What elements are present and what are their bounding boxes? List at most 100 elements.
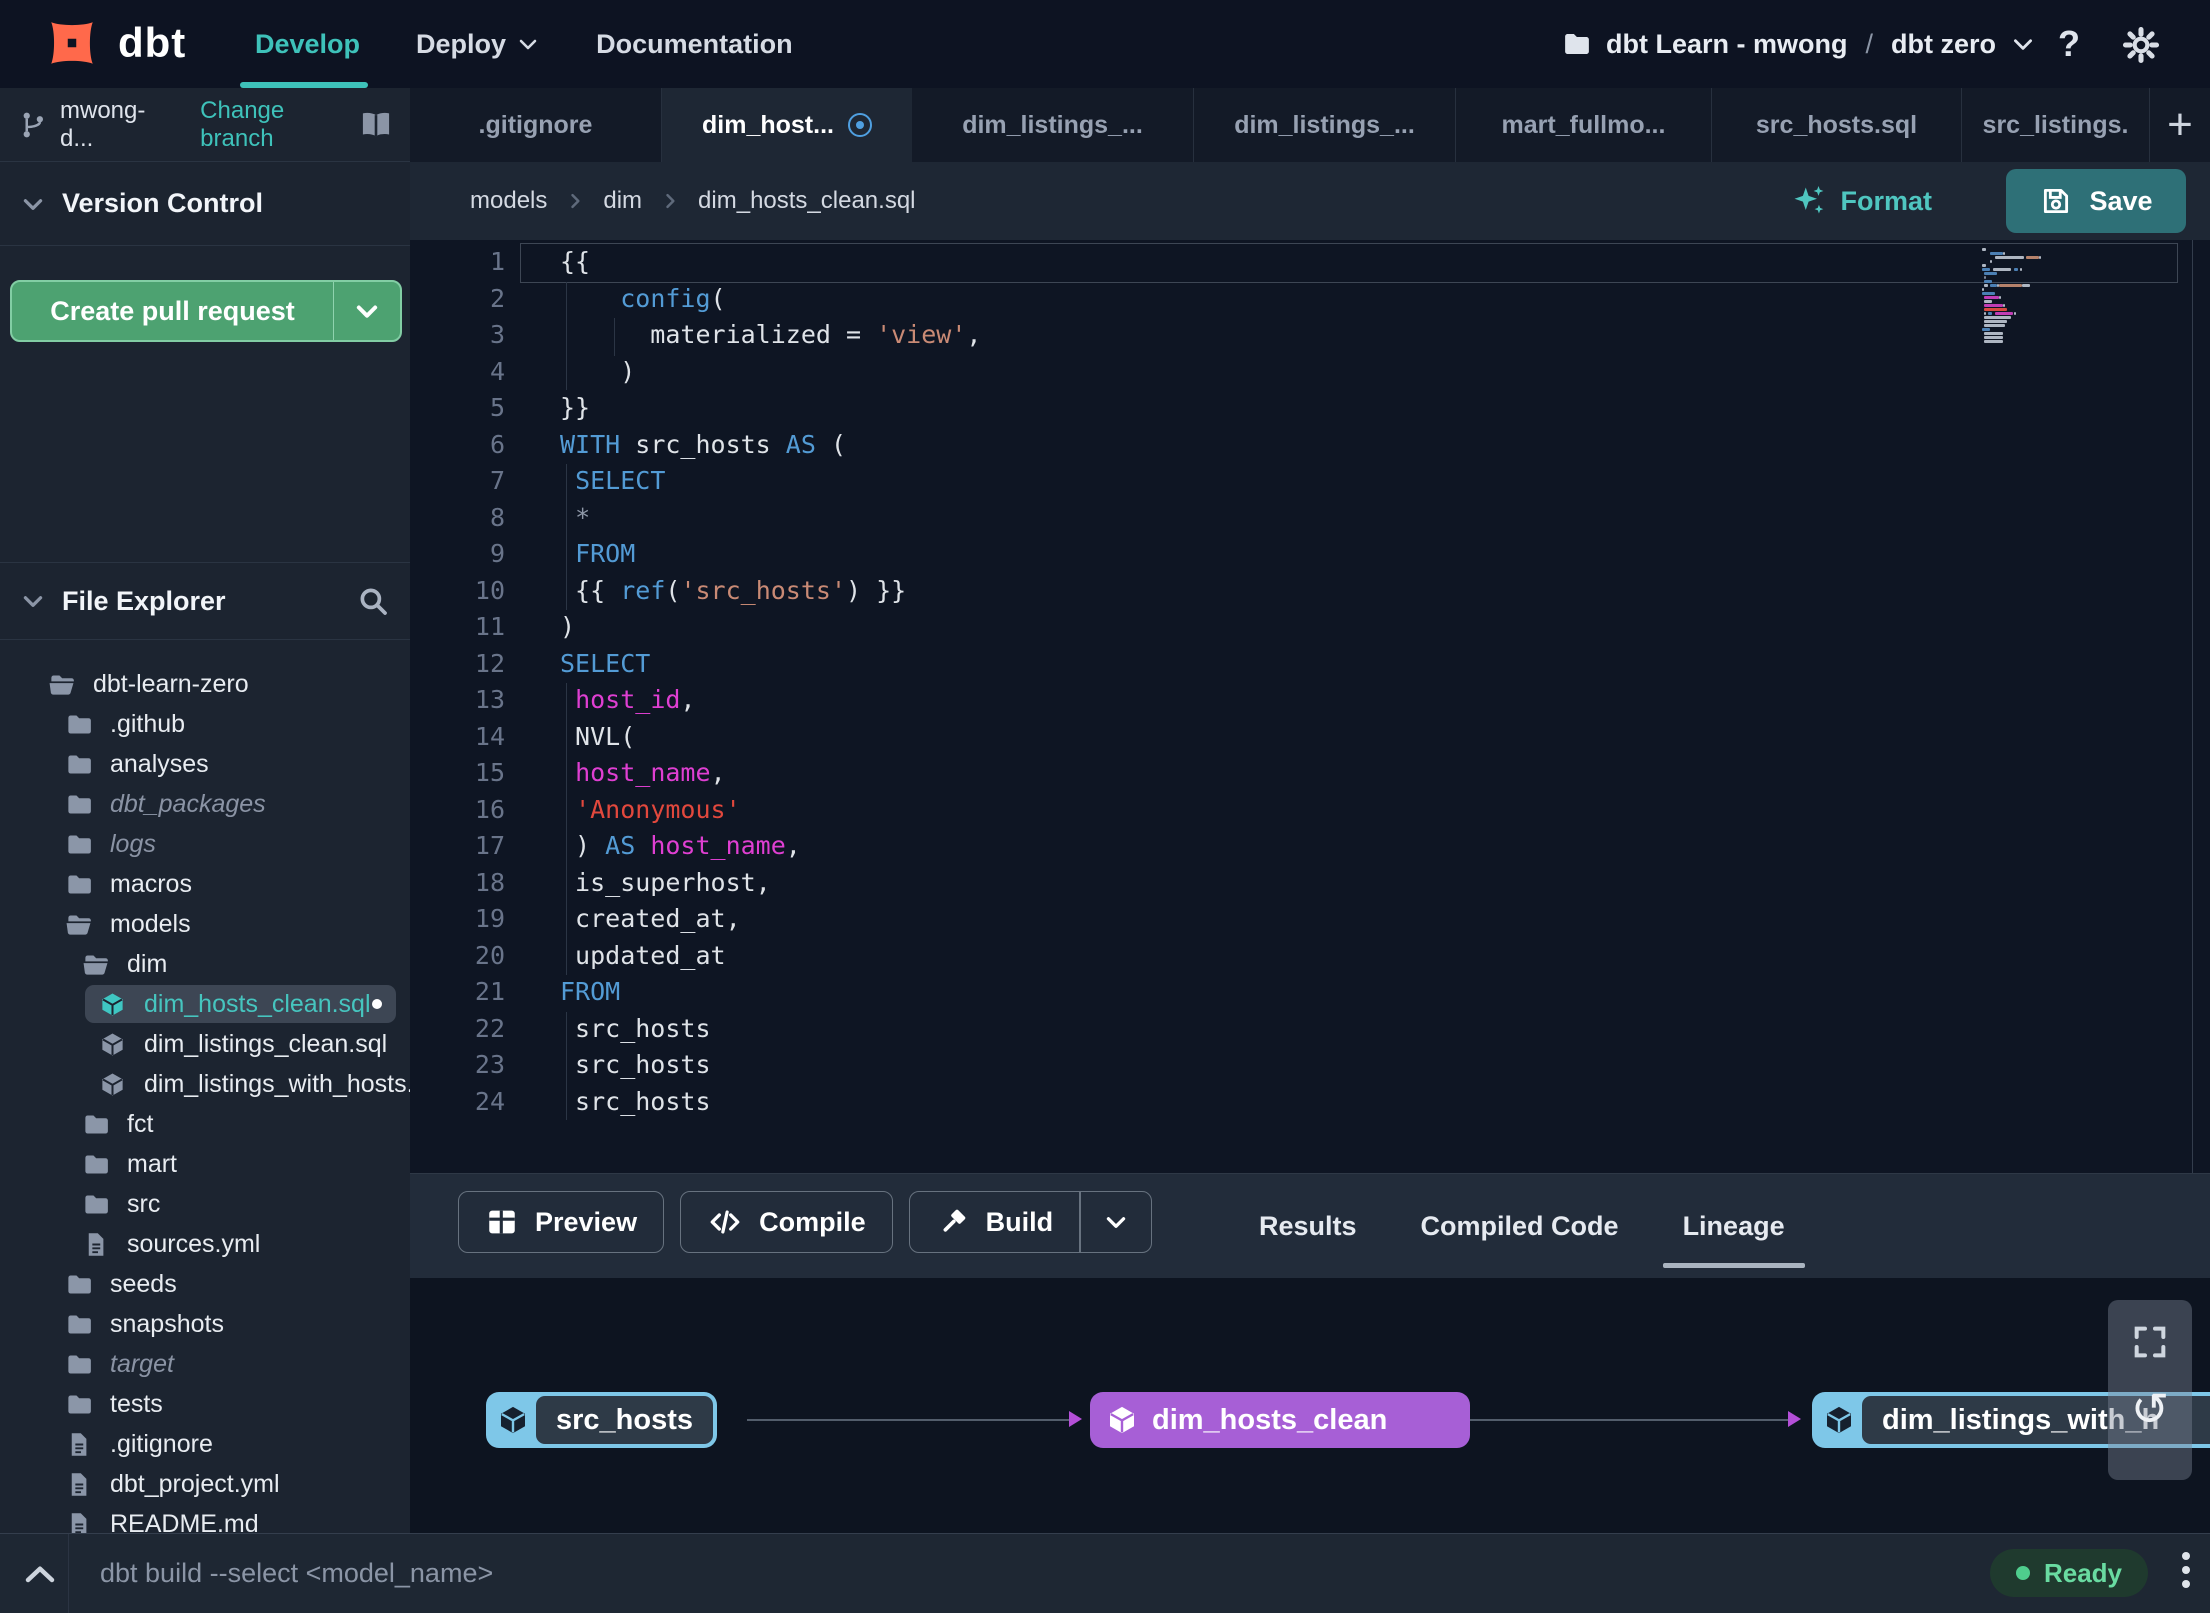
file-explorer-header[interactable]: File Explorer — [0, 562, 410, 640]
refresh-icon[interactable]: ↺ — [2108, 1382, 2192, 1436]
minimap[interactable] — [1982, 248, 2044, 344]
preview-button[interactable]: Preview — [458, 1191, 665, 1253]
tree-item-snapshots[interactable]: snapshots — [0, 1304, 410, 1344]
tab--gitignore[interactable]: .gitignore — [410, 88, 662, 162]
tree-item-dim-listings-clean-sql[interactable]: dim_listings_clean.sql — [0, 1024, 410, 1064]
lineage-controls: ↺ — [2108, 1300, 2192, 1480]
tab-src-listings-[interactable]: src_listings. — [1962, 88, 2150, 162]
code-line: created_at, — [560, 904, 741, 933]
docs-book-icon[interactable] — [358, 109, 394, 141]
tree-item-logs[interactable]: logs — [0, 824, 410, 864]
model-icon — [99, 991, 126, 1018]
unsaved-dot-icon — [372, 999, 382, 1009]
search-icon[interactable] — [356, 584, 390, 618]
folder-icon — [65, 1271, 92, 1298]
tree-item-dim[interactable]: dim — [0, 944, 410, 984]
lineage-edge — [747, 1419, 1069, 1421]
code-line: {{ — [560, 247, 591, 276]
file-icon — [65, 1431, 92, 1458]
code-icon — [707, 1205, 743, 1239]
folder-icon — [82, 1151, 109, 1178]
tree-item-models[interactable]: models — [0, 904, 410, 944]
tree-item-dbt-project-yml[interactable]: dbt_project.yml — [0, 1464, 410, 1504]
help-button[interactable]: ? — [2058, 0, 2080, 88]
tab-mart-fullmo-[interactable]: mart_fullmo... — [1456, 88, 1712, 162]
tree-item-mart[interactable]: mart — [0, 1144, 410, 1184]
tree-item-dim-hosts-clean-sql[interactable]: dim_hosts_clean.sql — [0, 984, 410, 1024]
tab-dim-listings-[interactable]: dim_listings_... — [912, 88, 1194, 162]
tab-dim-host-[interactable]: dim_host... — [662, 88, 912, 162]
format-button[interactable]: Format — [1790, 162, 1932, 240]
breadcrumb-item: dim — [603, 187, 643, 214]
folder-icon — [65, 871, 92, 898]
table-icon — [485, 1205, 519, 1239]
lineage-node-dim-hosts-clean[interactable]: dim_hosts_clean — [1090, 1392, 1470, 1448]
nav-item-deploy[interactable]: Deploy — [416, 29, 540, 60]
settings-button[interactable] — [2122, 26, 2160, 64]
nav-item-develop[interactable]: Develop — [255, 29, 360, 60]
app-header: dbt Develop Deploy Documentation dbt Learn… — [0, 0, 2210, 88]
breadcrumb-item: models — [470, 187, 548, 214]
tab-dim-listings-[interactable]: dim_listings_... — [1194, 88, 1456, 162]
tree-item-tests[interactable]: tests — [0, 1384, 410, 1424]
tree-item-analyses[interactable]: analyses — [0, 744, 410, 784]
code-line: src_hosts — [560, 1086, 711, 1116]
tree-item-src[interactable]: src — [0, 1184, 410, 1224]
action-buttons: Preview Compile Build — [458, 1191, 1152, 1253]
tree-item-fct[interactable]: fct — [0, 1104, 410, 1144]
tree-item--gitignore[interactable]: .gitignore — [0, 1424, 410, 1464]
build-button[interactable]: Build — [908, 1191, 1152, 1253]
code-line: config( — [620, 283, 726, 313]
folder-icon — [1562, 29, 1592, 59]
project-switcher[interactable]: dbt Learn - mwong / dbt zero — [1562, 0, 2036, 88]
kebab-menu[interactable] — [2182, 1552, 2190, 1588]
dbt-logo: dbt — [40, 11, 186, 75]
build-options-button[interactable] — [1081, 1209, 1151, 1235]
panel-tab-compiled-code[interactable]: Compiled Code — [1417, 1211, 1623, 1242]
tree-item-target[interactable]: target — [0, 1344, 410, 1384]
change-branch-link[interactable]: Change branch — [200, 97, 358, 153]
lineage-node-src-hosts[interactable]: src_hosts — [486, 1392, 718, 1448]
file-icon — [82, 1231, 109, 1258]
code-line: NVL( — [560, 721, 636, 751]
status-bar: dbt build --select <model_name> Ready — [0, 1533, 2210, 1613]
create-pull-request-button[interactable]: Create pull request — [10, 280, 402, 342]
version-control-header[interactable]: Version Control — [0, 162, 410, 246]
new-tab-button[interactable]: + — [2150, 88, 2210, 162]
file-icon — [65, 1471, 92, 1498]
tree-item-dim-listings-with-hosts-[interactable]: dim_listings_with_hosts... — [0, 1064, 410, 1104]
tree-item-readme-md[interactable]: README.md — [0, 1504, 410, 1533]
breadcrumb-chevron-icon — [565, 191, 585, 211]
code-editor[interactable]: 1 2 3 4 5 6 7 8 9 10 11 12 13 14 15 16 17 18 19 20 21 22 23 24 … — [410, 240, 2210, 1173]
code-line: is_superhost, — [560, 867, 771, 897]
hammer-icon — [936, 1205, 970, 1239]
divider — [68, 1534, 69, 1613]
save-button[interactable]: Save — [2006, 169, 2186, 233]
chevron-up-icon[interactable] — [22, 1558, 58, 1590]
panel-tab-lineage[interactable]: Lineage — [1662, 1211, 1805, 1268]
fullscreen-icon[interactable] — [2130, 1322, 2170, 1362]
compile-button[interactable]: Compile — [680, 1191, 893, 1253]
editor-scrollbar-track[interactable] — [2192, 240, 2193, 1173]
code-line: SELECT — [560, 648, 651, 678]
tree-item--github[interactable]: .github — [0, 704, 410, 744]
tree-item-dbt-learn-zero[interactable]: dbt-learn-zero — [0, 664, 410, 704]
version-control-title: Version Control — [62, 188, 264, 218]
tree-item-seeds[interactable]: seeds — [0, 1264, 410, 1304]
file-icon — [65, 1511, 92, 1533]
code-line: src_hosts — [560, 1050, 711, 1079]
tab-src-hosts-sql[interactable]: src_hosts.sql — [1712, 88, 1962, 162]
main-nav: Develop Deploy Documentation — [255, 0, 793, 88]
indent-guide — [566, 1012, 567, 1120]
tree-item-macros[interactable]: macros — [0, 864, 410, 904]
code-line: materialized = 'view', — [560, 320, 982, 349]
panel-tab-results[interactable]: Results — [1255, 1211, 1361, 1242]
tree-item-sources-yml[interactable]: sources.yml — [0, 1224, 410, 1264]
model-icon — [99, 1031, 126, 1058]
pull-request-menu-button[interactable] — [334, 282, 400, 340]
nav-item-documentation[interactable]: Documentation — [596, 29, 793, 60]
save-label: Save — [2089, 185, 2153, 216]
command-input[interactable]: dbt build --select <model_name> — [100, 1534, 493, 1613]
tree-item-dbt-packages[interactable]: dbt_packages — [0, 784, 410, 824]
model-cube-icon — [490, 1396, 536, 1444]
